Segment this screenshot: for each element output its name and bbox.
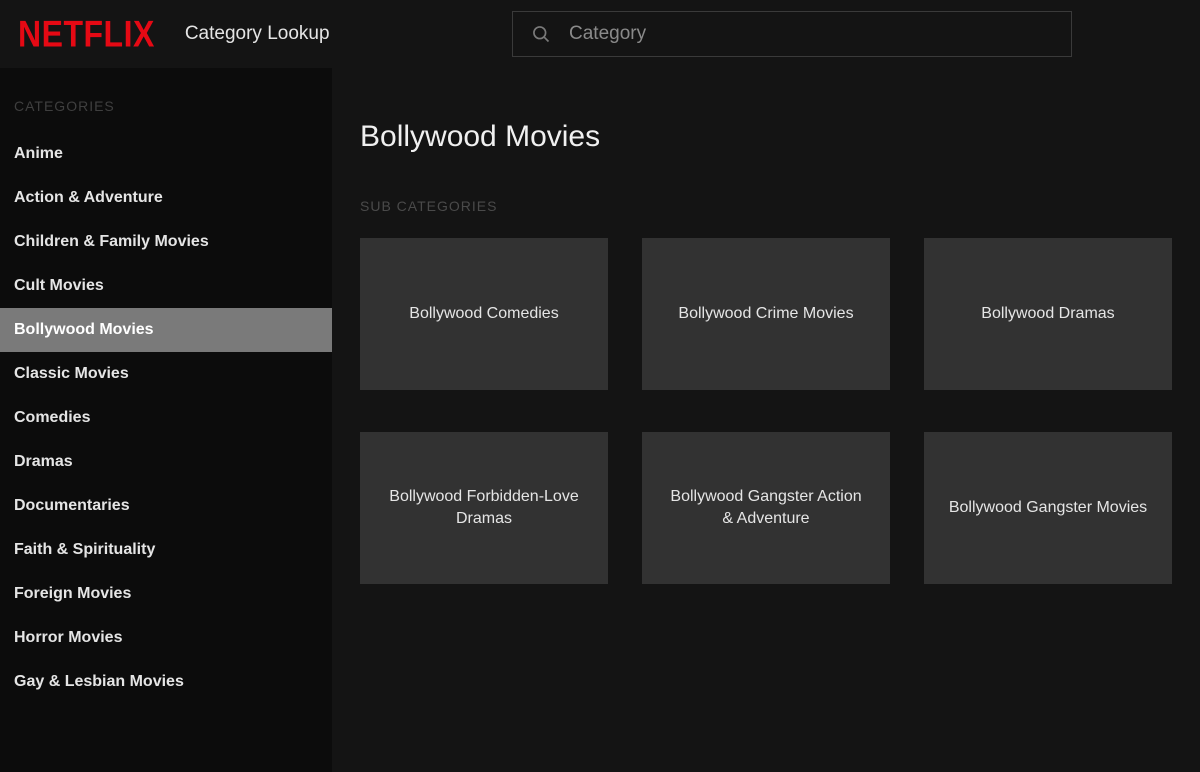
sidebar-item[interactable]: Action & Adventure — [0, 176, 332, 220]
sidebar-list: AnimeAction & AdventureChildren & Family… — [0, 132, 332, 704]
app-title: Category Lookup — [185, 23, 330, 45]
sidebar-heading: CATEGORIES — [0, 88, 332, 132]
sidebar-item[interactable]: Children & Family Movies — [0, 220, 332, 264]
search-input[interactable] — [569, 23, 1053, 45]
sidebar-item[interactable]: Anime — [0, 132, 332, 176]
subcategory-card[interactable]: Bollywood Crime Movies — [642, 238, 890, 390]
body: CATEGORIES AnimeAction & AdventureChildr… — [0, 68, 1200, 772]
main-panel: Bollywood Movies SUB CATEGORIES Bollywoo… — [332, 68, 1200, 772]
page-title: Bollywood Movies — [360, 120, 1172, 154]
subcategory-card[interactable]: Bollywood Dramas — [924, 238, 1172, 390]
subcategory-grid: Bollywood ComediesBollywood Crime Movies… — [360, 238, 1172, 584]
subcategories-heading: SUB CATEGORIES — [360, 198, 1172, 214]
sidebar-item[interactable]: Dramas — [0, 440, 332, 484]
sidebar-item[interactable]: Bollywood Movies — [0, 308, 332, 352]
search-icon — [531, 24, 551, 44]
sidebar: CATEGORIES AnimeAction & AdventureChildr… — [0, 68, 332, 772]
sidebar-item[interactable]: Faith & Spirituality — [0, 528, 332, 572]
sidebar-item[interactable]: Horror Movies — [0, 616, 332, 660]
header: NETFLIX Category Lookup — [0, 0, 1200, 68]
subcategory-card[interactable]: Bollywood Gangster Action & Adventure — [642, 432, 890, 584]
netflix-logo: NETFLIX — [18, 13, 155, 56]
subcategory-card[interactable]: Bollywood Forbidden-Love Dramas — [360, 432, 608, 584]
sidebar-item[interactable]: Documentaries — [0, 484, 332, 528]
sidebar-item[interactable]: Foreign Movies — [0, 572, 332, 616]
sidebar-item[interactable]: Cult Movies — [0, 264, 332, 308]
subcategory-card[interactable]: Bollywood Comedies — [360, 238, 608, 390]
sidebar-item[interactable]: Classic Movies — [0, 352, 332, 396]
search-container — [512, 11, 1072, 57]
search-box[interactable] — [512, 11, 1072, 57]
sidebar-item[interactable]: Gay & Lesbian Movies — [0, 660, 332, 704]
subcategory-card[interactable]: Bollywood Gangster Movies — [924, 432, 1172, 584]
sidebar-item[interactable]: Comedies — [0, 396, 332, 440]
